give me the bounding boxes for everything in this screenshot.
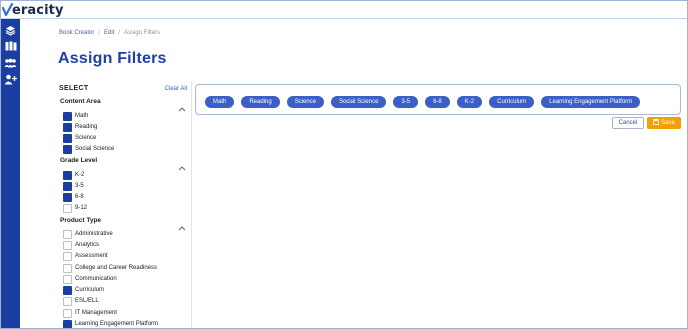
checkbox[interactable] [63,229,72,239]
logo-check-icon [1,2,14,17]
group-content-area[interactable]: Content Area [60,98,186,111]
chevron-up-icon[interactable] [178,158,186,170]
option-6-8[interactable]: 6-8 [63,192,84,202]
breadcrumb-book-creator[interactable]: Book Creator [59,30,94,36]
filter-chip-3-5[interactable]: 3-5 [393,96,419,108]
chevron-up-icon[interactable] [178,218,186,230]
checkbox[interactable] [63,122,72,132]
option-label: 9-12 [75,205,88,211]
option-k-2[interactable]: K-2 [63,170,84,180]
filter-chip-math[interactable]: Math [205,96,235,108]
checkbox[interactable] [63,263,72,273]
checkbox[interactable] [63,144,72,154]
option-administrative[interactable]: Administrative [63,229,113,239]
group-icon[interactable] [4,57,17,69]
sidebar [1,19,20,328]
option-label: Administrative [75,231,113,237]
option-assessment[interactable]: Assessment [63,251,108,261]
option-label: Analytics [75,242,100,248]
option-label: ESL/ELL [75,298,99,304]
filter-header: SELECT Clear All [59,85,187,92]
option-college-career-readiness[interactable]: College and Career Readiness [63,263,157,273]
option-label: Communication [75,276,117,282]
save-label: Save [661,120,675,126]
filter-chip-science[interactable]: Science [286,96,325,108]
option-label: Assessment [75,253,108,259]
option-label: 3-5 [75,183,84,189]
checkbox[interactable] [63,251,72,261]
clear-all-link[interactable]: Clear All [165,86,187,92]
option-communication[interactable]: Communication [63,274,117,284]
brand-logo[interactable]: eracity [1,2,64,18]
filter-title: SELECT [59,85,89,92]
breadcrumb-current: Assign Filters [124,30,161,36]
brand-name: eracity [12,2,64,18]
add-user-icon[interactable] [4,73,17,85]
option-3-5[interactable]: 3-5 [63,181,84,191]
checkbox[interactable] [63,170,72,180]
top-bar: eracity [1,1,687,19]
option-analytics[interactable]: Analytics [63,240,99,250]
checkbox[interactable] [63,240,72,250]
save-button[interactable]: Save [647,117,681,129]
option-social-science[interactable]: Social Science [63,144,114,154]
filter-chip-learning-engagement-platform[interactable]: Learning Engagement Platform [541,96,641,108]
option-label: 6-8 [75,194,84,200]
app-window: eracity Book Creator / Edit / Assign Fil… [0,0,688,329]
option-label: IT Management [75,310,117,316]
option-it-management[interactable]: IT Management [63,308,117,318]
option-curriculum[interactable]: Curriculum [63,285,104,295]
filter-chip-curriculum[interactable]: Curriculum [489,96,535,108]
filter-chip-6-8[interactable]: 6-8 [425,96,450,108]
checkbox[interactable] [63,319,72,328]
option-esl-ell[interactable]: ESL/ELL [63,296,99,306]
checkbox[interactable] [63,308,72,318]
chip-list: Math Reading Science Social Science 3-5 … [205,96,641,108]
checkbox[interactable] [63,285,72,295]
option-label: Learning Engagement Platform [75,321,159,327]
checkbox[interactable] [63,192,72,202]
option-label: Curriculum [75,287,105,293]
checkbox[interactable] [63,181,72,191]
option-label: Math [75,113,89,119]
option-learning-engagement-platform[interactable]: Learning Engagement Platform [63,319,159,328]
option-label: College and Career Readiness [75,265,158,271]
option-label: K-2 [75,172,85,178]
checkbox[interactable] [63,203,72,213]
group-product-type[interactable]: Product Type [60,217,186,230]
page-title: Assign Filters [58,50,167,67]
books-icon[interactable] [4,40,17,52]
cancel-button[interactable]: Cancel [612,117,644,129]
option-label: Reading [75,124,98,130]
group-title: Grade Level [60,157,98,164]
selected-filters-panel: Math Reading Science Social Science 3-5 … [195,84,681,115]
breadcrumb-edit[interactable]: Edit [104,30,114,36]
option-math[interactable]: Math [63,111,88,121]
checkbox[interactable] [63,133,72,143]
option-9-12[interactable]: 9-12 [63,203,87,213]
filter-chip-k-2[interactable]: K-2 [456,96,483,108]
group-grade-level[interactable]: Grade Level [60,157,186,170]
group-title: Content Area [60,98,101,105]
layers-icon[interactable] [4,24,17,36]
group-title: Product Type [60,217,102,224]
breadcrumb-separator: / [118,30,121,36]
filter-chip-reading[interactable]: Reading [241,96,280,108]
chevron-up-icon[interactable] [178,99,186,111]
save-icon [653,119,660,127]
breadcrumb: Book Creator / Edit / Assign Filters [59,30,160,36]
filter-chip-social-science[interactable]: Social Science [331,96,387,108]
checkbox[interactable] [63,111,72,121]
panel-divider [191,81,192,328]
checkbox[interactable] [63,296,72,306]
option-reading[interactable]: Reading [63,122,97,132]
option-label: Science [75,135,97,141]
option-science[interactable]: Science [63,133,96,143]
breadcrumb-separator: / [98,30,101,36]
checkbox[interactable] [63,274,72,284]
option-label: Social Science [75,146,115,152]
